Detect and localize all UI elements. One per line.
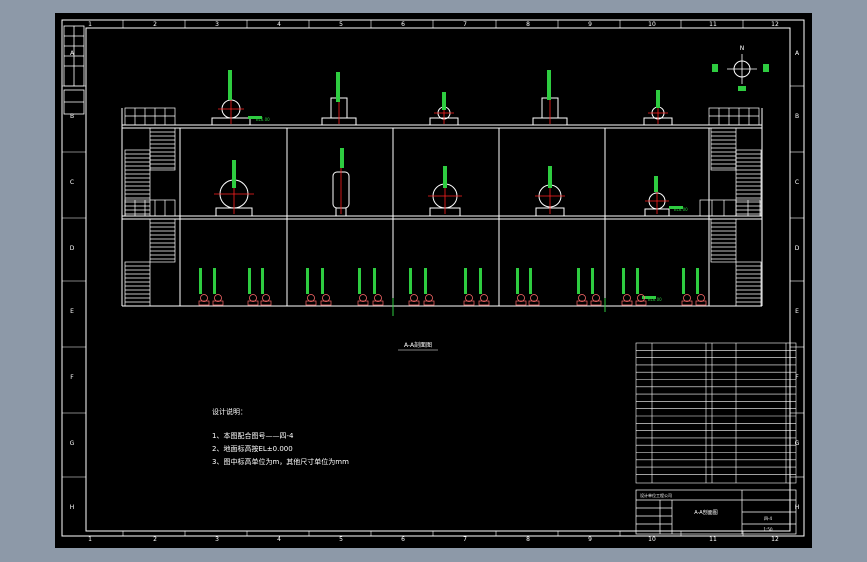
pump-dimension: [529, 268, 532, 294]
border-col-label-bottom: 8: [526, 536, 530, 543]
note-line-1: 1、本图配合图号——四-4: [212, 431, 294, 440]
dimension-marker: [336, 72, 340, 102]
border-col-label-top: 7: [463, 21, 467, 28]
pump-dimension: [409, 268, 412, 294]
elevation-tag-mid: EL6.00: [674, 207, 688, 212]
border-row-label-right: E: [795, 308, 799, 315]
pump-dimension: [424, 268, 427, 294]
pump-dimension: [199, 268, 202, 294]
pump-dimension: [479, 268, 482, 294]
border-row-label-right: D: [795, 245, 800, 252]
view-title: A-A剖面图: [404, 341, 432, 349]
border-col-label-top: 4: [277, 21, 281, 28]
dimension-marker: [443, 166, 447, 188]
border-col-label-top: 1: [88, 21, 92, 28]
border-row-label-left: C: [70, 179, 74, 186]
border-col-label-bottom: 11: [709, 536, 717, 543]
border-row-label-right: B: [795, 113, 799, 120]
pump-dimension: [577, 268, 580, 294]
border-col-label-top: 6: [401, 21, 405, 28]
border-col-label-bottom: 1: [88, 536, 92, 543]
pump-dimension: [696, 268, 699, 294]
border-col-label-top: 12: [771, 21, 779, 28]
title-block-drawing-no: 四-4: [764, 516, 772, 521]
dimension-marker: [654, 176, 658, 192]
title-block-designer: 设计单位工程公司: [640, 492, 672, 498]
border-col-label-top: 3: [215, 21, 219, 28]
border-row-label-right: C: [795, 179, 799, 186]
pump-dimension: [213, 268, 216, 294]
pump-dimension: [636, 268, 639, 294]
border-row-label-left: F: [70, 374, 74, 381]
pump-dimension: [321, 268, 324, 294]
compass-north-label: N: [740, 45, 745, 52]
title-block-scale: 1:50: [764, 527, 773, 532]
border-row-label-left: G: [70, 440, 75, 447]
drawing-sheet: 112233445566778899101011111212 AABBCCDDE…: [55, 13, 812, 548]
border-col-label-bottom: 10: [648, 536, 656, 543]
pump-dimension: [358, 268, 361, 294]
pump-dimension: [306, 268, 309, 294]
notes-heading: 设计说明：: [212, 407, 247, 416]
pump-dimension: [622, 268, 625, 294]
elevation-tag-roof: EL6.00: [256, 117, 270, 122]
dimension-marker: [656, 90, 660, 108]
title-block-drawing-title: A-A剖面图: [694, 509, 717, 516]
border-col-label-bottom: 5: [339, 536, 343, 543]
border-row-label-right: G: [795, 440, 800, 447]
border-col-label-bottom: 3: [215, 536, 219, 543]
pump-dimension: [516, 268, 519, 294]
dimension-marker: [442, 92, 446, 110]
pump-dimension: [261, 268, 264, 294]
pump-dimension: [373, 268, 376, 294]
border-col-label-top: 9: [588, 21, 592, 28]
pump-dimension: [591, 268, 594, 294]
border-col-label-top: 10: [648, 21, 656, 28]
elevation-tag-ground: EL6.00: [648, 297, 662, 302]
border-col-label-top: 8: [526, 21, 530, 28]
border-col-label-bottom: 12: [771, 536, 779, 543]
note-line-2: 2、地面标高按EL±0.000: [212, 444, 293, 453]
dimension-marker: [548, 166, 552, 188]
border-row-label-left: H: [70, 504, 75, 511]
pump-dimension: [682, 268, 685, 294]
cad-viewport: 1 1 2 2 3 3 4 4 5 5 6 6 7 7 8 8 9 9 10 10 11 11 12 12 AABBCCDDE…: [0, 0, 867, 562]
border-col-label-top: 5: [339, 21, 343, 28]
dimension-marker: [340, 148, 344, 168]
border-row-label-left: E: [70, 308, 74, 315]
note-line-3: 3、图中标高单位为m，其他尺寸单位为mm: [212, 457, 349, 466]
border-col-label-bottom: 6: [401, 536, 405, 543]
border-col-label-top: 2: [153, 21, 157, 28]
dimension-marker: [232, 160, 236, 188]
border-row-label-right: H: [795, 504, 800, 511]
border-col-label-bottom: 2: [153, 536, 157, 543]
border-col-label-bottom: 4: [277, 536, 281, 543]
dimension-marker: [228, 70, 232, 100]
border-col-label-top: 11: [709, 21, 717, 28]
pump-dimension: [248, 268, 251, 294]
border-col-label-bottom: 7: [463, 536, 467, 543]
border-row-label-left: D: [70, 245, 75, 252]
border-col-label-bottom: 9: [588, 536, 592, 543]
pump-dimension: [464, 268, 467, 294]
dimension-marker: [547, 70, 551, 100]
